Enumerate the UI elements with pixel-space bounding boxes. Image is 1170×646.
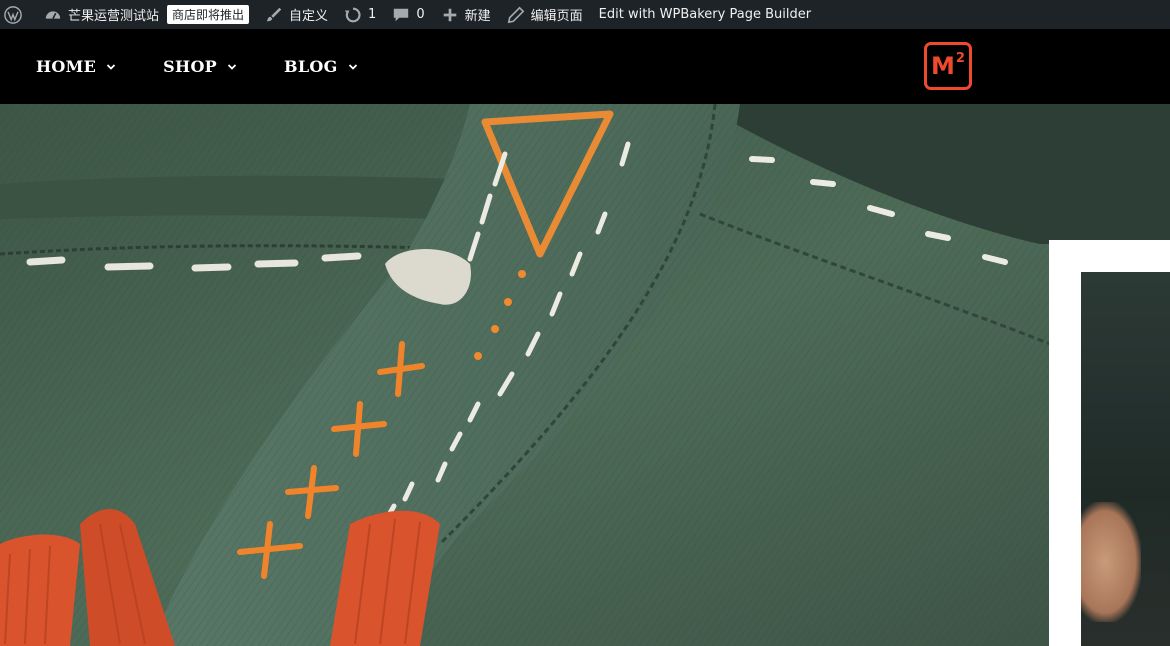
wp-logo-menu[interactable]: [0, 0, 36, 29]
updates-icon: [344, 6, 362, 24]
wpbakery-link[interactable]: Edit with WPBakery Page Builder: [591, 0, 819, 29]
nav-item-label: SHOP: [163, 57, 218, 76]
edit-page-label: 编辑页面: [530, 9, 583, 24]
customize-link[interactable]: 自定义: [257, 0, 336, 29]
side-panel: [1049, 240, 1170, 646]
logo-letter: M: [931, 52, 955, 80]
chevron-down-icon: [227, 63, 237, 70]
admin-bar: 芒果运营测试站 商店即将推出 自定义 1 0 新建 编辑页面 Edit with…: [0, 0, 1170, 29]
chevron-down-icon: [348, 63, 357, 70]
nav-item-label: HOME: [36, 57, 97, 76]
hero-image: [0, 104, 1170, 646]
updates-count: 1: [368, 7, 377, 22]
new-content-menu[interactable]: 新建: [433, 0, 499, 29]
nav-item-blog[interactable]: BLOG: [284, 57, 358, 76]
embroidered-jacket-image: [0, 104, 1170, 646]
site-name: 芒果运营测试站: [68, 9, 160, 24]
site-header: HOME SHOP BLOG M2: [0, 29, 1170, 104]
comments-count: 0: [416, 7, 425, 22]
wpbakery-label: Edit with WPBakery Page Builder: [598, 7, 812, 22]
nav-item-label: BLOG: [284, 57, 338, 76]
pencil-icon: [507, 6, 525, 24]
comments-link[interactable]: 0: [384, 0, 432, 29]
dashboard-icon: [44, 6, 62, 24]
customize-label: 自定义: [289, 9, 329, 24]
main-nav: HOME SHOP BLOG: [36, 57, 405, 76]
logo-superscript: 2: [955, 50, 965, 66]
updates-link[interactable]: 1: [336, 0, 384, 29]
site-logo[interactable]: M2: [924, 42, 972, 90]
nav-item-home[interactable]: HOME: [36, 57, 116, 76]
site-name-menu[interactable]: 芒果运营测试站 商店即将推出: [36, 0, 257, 29]
nav-item-shop[interactable]: SHOP: [163, 57, 237, 76]
comment-icon: [392, 6, 410, 24]
wordpress-icon: [4, 5, 22, 24]
site-status-badge: 商店即将推出: [167, 5, 250, 24]
plus-icon: [441, 6, 459, 24]
side-photo-detail: [1081, 502, 1141, 622]
chevron-down-icon: [107, 63, 116, 70]
new-label: 新建: [464, 9, 491, 24]
edit-page-link[interactable]: 编辑页面: [499, 0, 591, 29]
brush-icon: [265, 6, 283, 24]
